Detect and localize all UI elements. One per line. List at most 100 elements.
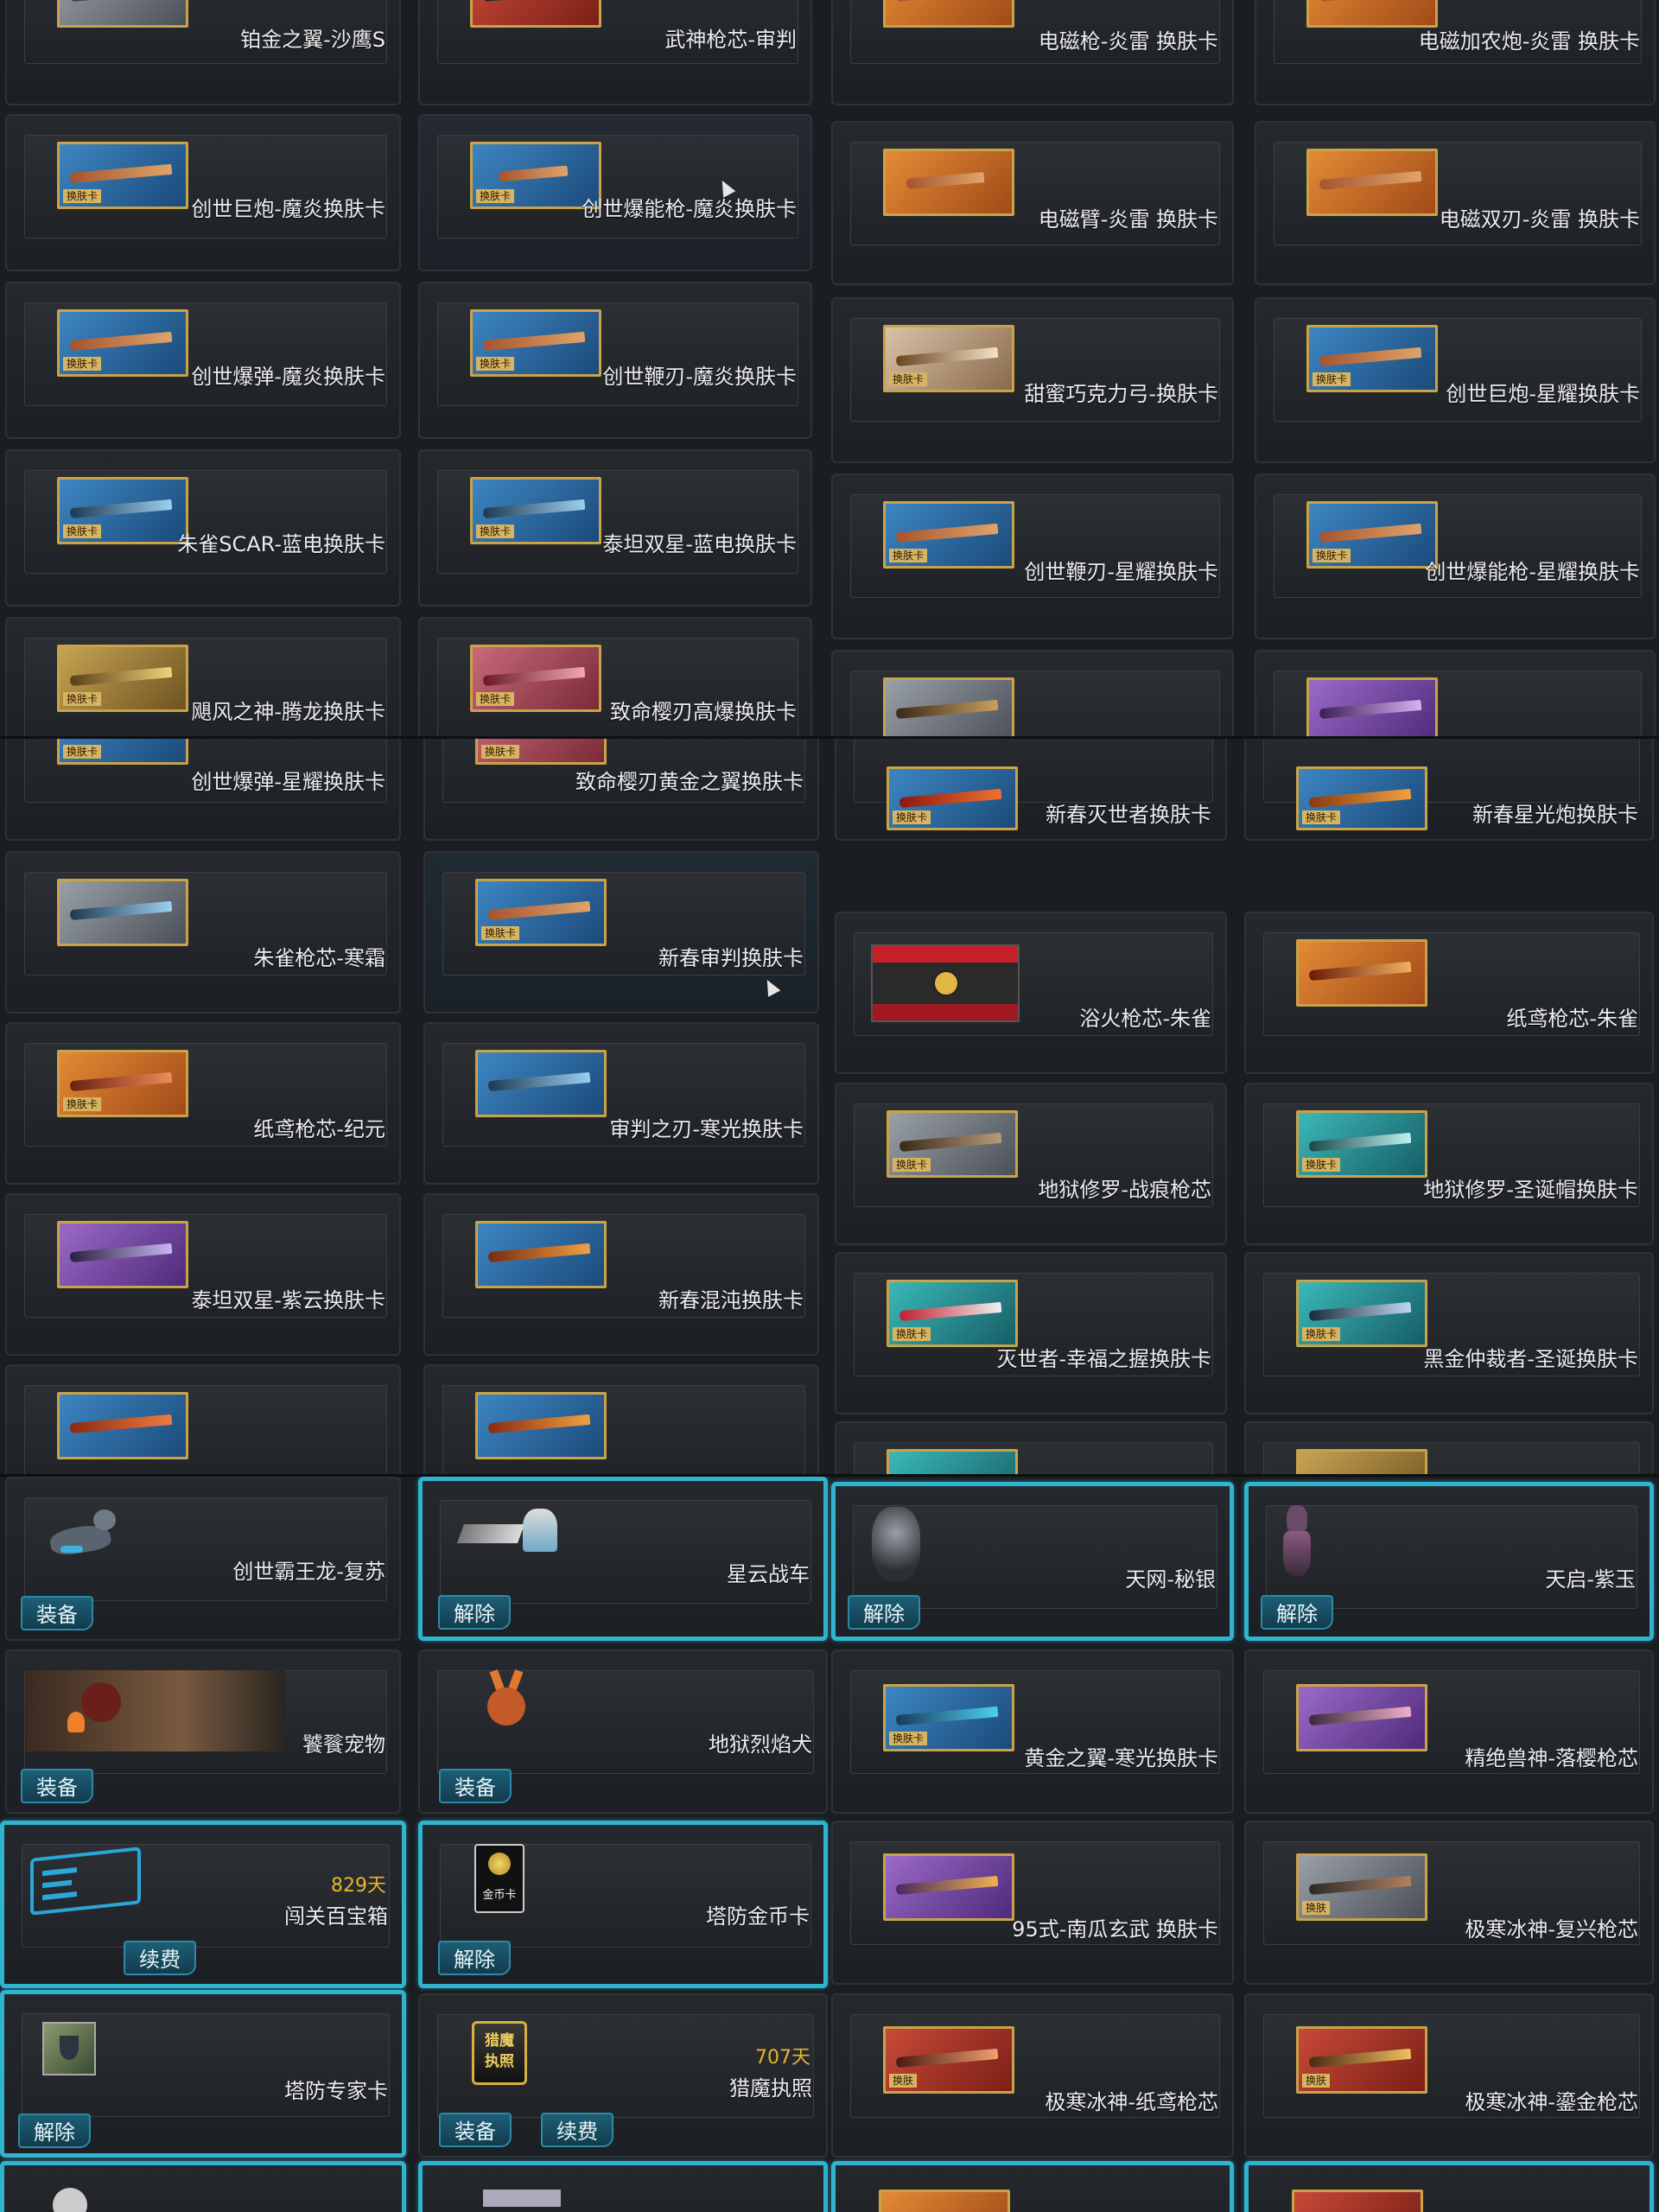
equip-button[interactable]: 装备 — [21, 1596, 93, 1630]
item-slot[interactable]: 电磁双刃-炎雷 换肤卡 — [1255, 121, 1656, 285]
unequip-button[interactable]: 解除 — [18, 2113, 91, 2148]
item-slot[interactable]: 换肤卡 创世巨炮-星耀换肤卡 — [1255, 297, 1656, 463]
item-slot[interactable]: 换肤卡 灭世者-幸福之握换肤卡 — [835, 1252, 1227, 1414]
weapon-thumbnail — [887, 1449, 1018, 1474]
item-slot[interactable]: 电磁臂-炎雷 换肤卡 — [831, 121, 1234, 285]
chest-slot[interactable]: 829天 闯关百宝箱 续费 — [0, 1821, 406, 1988]
weapon-icon — [69, 1071, 173, 1092]
weapon-icon — [487, 1414, 591, 1434]
item-slot[interactable]: 换肤卡 黑金仲裁者-圣诞换肤卡 — [1244, 1252, 1654, 1414]
item-slot[interactable] — [423, 1364, 819, 1474]
item-slot[interactable]: 换肤卡 朱雀SCAR-蓝电换肤卡 — [5, 449, 401, 607]
item-slot[interactable] — [1244, 1421, 1654, 1474]
vehicle-slot[interactable]: 星云战车 解除 — [418, 1477, 828, 1641]
item-slot[interactable]: 纸鸢枪芯-朱雀 — [1244, 912, 1654, 1074]
skin-card-tag: 换肤卡 — [481, 745, 520, 759]
item-slot[interactable]: 换肤 极寒冰神-复兴枪芯 — [1244, 1821, 1654, 1985]
item-name: 天启-紫玉 — [1545, 1567, 1636, 1592]
skin-card-tag: 换肤卡 — [889, 1732, 928, 1745]
item-slot[interactable]: 换肤卡 创世鞭刃-星耀换肤卡 — [831, 474, 1234, 639]
item-slot[interactable]: 精绝兽神-落樱枪芯 — [1244, 1649, 1654, 1814]
unequip-button[interactable]: 解除 — [438, 1595, 511, 1630]
weapon-icon — [482, 499, 586, 519]
pet-slot[interactable]: 饕餮宠物 装备 — [5, 1649, 401, 1814]
item-slot[interactable]: 换肤卡 创世巨炮-魔炎换肤卡 — [5, 114, 401, 271]
pet-slot[interactable]: 创世霸王龙-复苏 装备 — [5, 1477, 401, 1641]
unequip-button[interactable]: 解除 — [1261, 1595, 1333, 1630]
item-slot[interactable] — [1255, 650, 1656, 736]
item-slot[interactable]: 换肤卡 致命樱刃高爆换肤卡 — [418, 617, 812, 736]
remaining-days: 707天 — [755, 2047, 810, 2069]
armor-slot[interactable]: 天网-秘银 解除 — [831, 1482, 1234, 1641]
inventory-panel-1: 铂金之翼-沙鹰S 武神枪芯-审判 换肤卡 创世巨炮-魔炎换肤卡 换肤卡 创世爆能… — [0, 0, 1659, 736]
item-slot[interactable]: 换肤卡 纸鸢枪芯-纪元 — [5, 1022, 401, 1185]
item-slot[interactable]: 换肤卡 创世鞭刃-魔炎换肤卡 — [418, 282, 812, 439]
equip-button[interactable]: 装备 — [439, 1769, 512, 1803]
weapon-icon — [1319, 523, 1422, 543]
item-slot[interactable]: 新春混沌换肤卡 — [423, 1193, 819, 1356]
item-name: 电磁枪-炎雷 换肤卡 — [1038, 29, 1218, 54]
weapon-icon — [895, 0, 999, 3]
item-slot[interactable]: 新春灭世者换肤卡 — [835, 739, 1227, 841]
item-slot[interactable] — [831, 650, 1234, 736]
skin-card-tag: 换肤卡 — [63, 189, 102, 203]
item-name: 审判之刃-寒光换肤卡 — [609, 1117, 804, 1141]
item-slot[interactable]: 换肤卡 飓风之神-腾龙换肤卡 — [5, 617, 401, 736]
item-slot[interactable]: 换肤卡 新春审判换肤卡 — [423, 851, 819, 1014]
item-slot[interactable]: 换肤卡 地狱修罗-圣诞帽换肤卡 — [1244, 1083, 1654, 1245]
item-slot[interactable]: 换肤卡 创世爆弹-星耀换肤卡 — [5, 739, 401, 841]
item-slot[interactable]: 换肤卡 泰坦双星-蓝电换肤卡 — [418, 449, 812, 607]
card-slot[interactable]: 金币卡 塔防金币卡 解除 — [418, 1821, 828, 1988]
item-slot[interactable]: 换肤 极寒冰神-鎏金枪芯 — [1244, 1993, 1654, 2158]
weapon-thumbnail: 换肤卡 — [887, 1280, 1018, 1347]
item-slot[interactable] — [0, 2161, 406, 2212]
item-name: 创世爆弹-魔炎换肤卡 — [191, 365, 385, 389]
item-slot[interactable] — [1244, 2161, 1654, 2212]
item-slot[interactable]: 铂金之翼-沙鹰S — [5, 0, 401, 105]
item-slot[interactable]: 武神枪芯-审判 — [418, 0, 812, 105]
item-slot[interactable]: 换肤卡 创世爆能枪-星耀换肤卡 — [1255, 474, 1656, 639]
pet-slot[interactable]: 地狱烈焰犬 装备 — [418, 1649, 828, 1814]
unequip-button[interactable]: 解除 — [848, 1595, 920, 1630]
card-slot[interactable]: 塔防专家卡 解除 — [0, 1990, 406, 2158]
license-slot[interactable]: 猎魔执照 707天 猎魔执照 装备 续费 — [418, 1993, 828, 2158]
item-slot[interactable] — [418, 2161, 828, 2212]
item-slot[interactable]: 电磁加农炮-炎雷 换肤卡 — [1255, 0, 1656, 105]
item-slot[interactable]: 换肤卡 致命樱刃黄金之翼换肤卡 — [423, 739, 819, 841]
item-slot[interactable]: 换肤 极寒冰神-纸鸢枪芯 — [831, 1993, 1234, 2158]
armor-slot[interactable]: 天启-紫玉 解除 — [1244, 1482, 1654, 1641]
item-name: 极寒冰神-复兴枪芯 — [1465, 1917, 1638, 1942]
equip-button[interactable]: 装备 — [21, 1769, 93, 1803]
item-slot[interactable]: 95式-南瓜玄武 换肤卡 — [831, 1821, 1234, 1985]
renew-button[interactable]: 续费 — [124, 1941, 196, 1975]
item-name: 地狱修罗-战痕枪芯 — [1038, 1178, 1211, 1202]
item-slot[interactable]: 新春星光炮换肤卡 — [1244, 739, 1654, 841]
unequip-button[interactable]: 解除 — [438, 1941, 511, 1975]
item-slot[interactable]: 换肤卡 地狱修罗-战痕枪芯 — [835, 1083, 1227, 1245]
pet-banner-icon — [26, 1670, 285, 1751]
item-slot[interactable]: 泰坦双星-紫云换肤卡 — [5, 1193, 401, 1356]
item-slot[interactable] — [835, 1421, 1227, 1474]
item-slot[interactable]: 换肤卡 甜蜜巧克力弓-换肤卡 — [831, 297, 1234, 463]
item-name: 朱雀SCAR-蓝电换肤卡 — [177, 532, 385, 556]
item-slot[interactable]: 换肤卡 创世爆弹-魔炎换肤卡 — [5, 282, 401, 439]
item-slot[interactable]: 审判之刃-寒光换肤卡 — [423, 1022, 819, 1185]
item-slot[interactable]: 电磁枪-炎雷 换肤卡 — [831, 0, 1234, 105]
weapon-icon — [69, 499, 173, 519]
item-slot[interactable] — [5, 1364, 401, 1474]
item-name: 地狱修罗-圣诞帽换肤卡 — [1423, 1178, 1638, 1202]
item-slot[interactable]: 换肤卡 创世爆能枪-魔炎换肤卡 — [418, 114, 812, 271]
item-slot[interactable] — [831, 2161, 1234, 2212]
item-slot[interactable]: 换肤卡 黄金之翼-寒光换肤卡 — [831, 1649, 1234, 1814]
renew-button[interactable]: 续费 — [541, 2113, 613, 2147]
item-slot[interactable]: 浴火枪芯-朱雀 — [835, 912, 1227, 1074]
skin-card-tag: 换肤 — [1302, 1901, 1331, 1915]
item-name: 朱雀枪芯-寒霜 — [253, 946, 385, 970]
weapon-icon — [895, 523, 999, 543]
item-slot[interactable]: 朱雀枪芯-寒霜 — [5, 851, 401, 1014]
item-name: 创世爆能枪-星耀换肤卡 — [1425, 560, 1640, 584]
weapon-thumbnail — [475, 1050, 607, 1117]
item-name: 猎魔执照 — [729, 2076, 812, 2101]
weapon-thumbnail — [475, 1221, 607, 1288]
equip-button[interactable]: 装备 — [439, 2113, 512, 2147]
